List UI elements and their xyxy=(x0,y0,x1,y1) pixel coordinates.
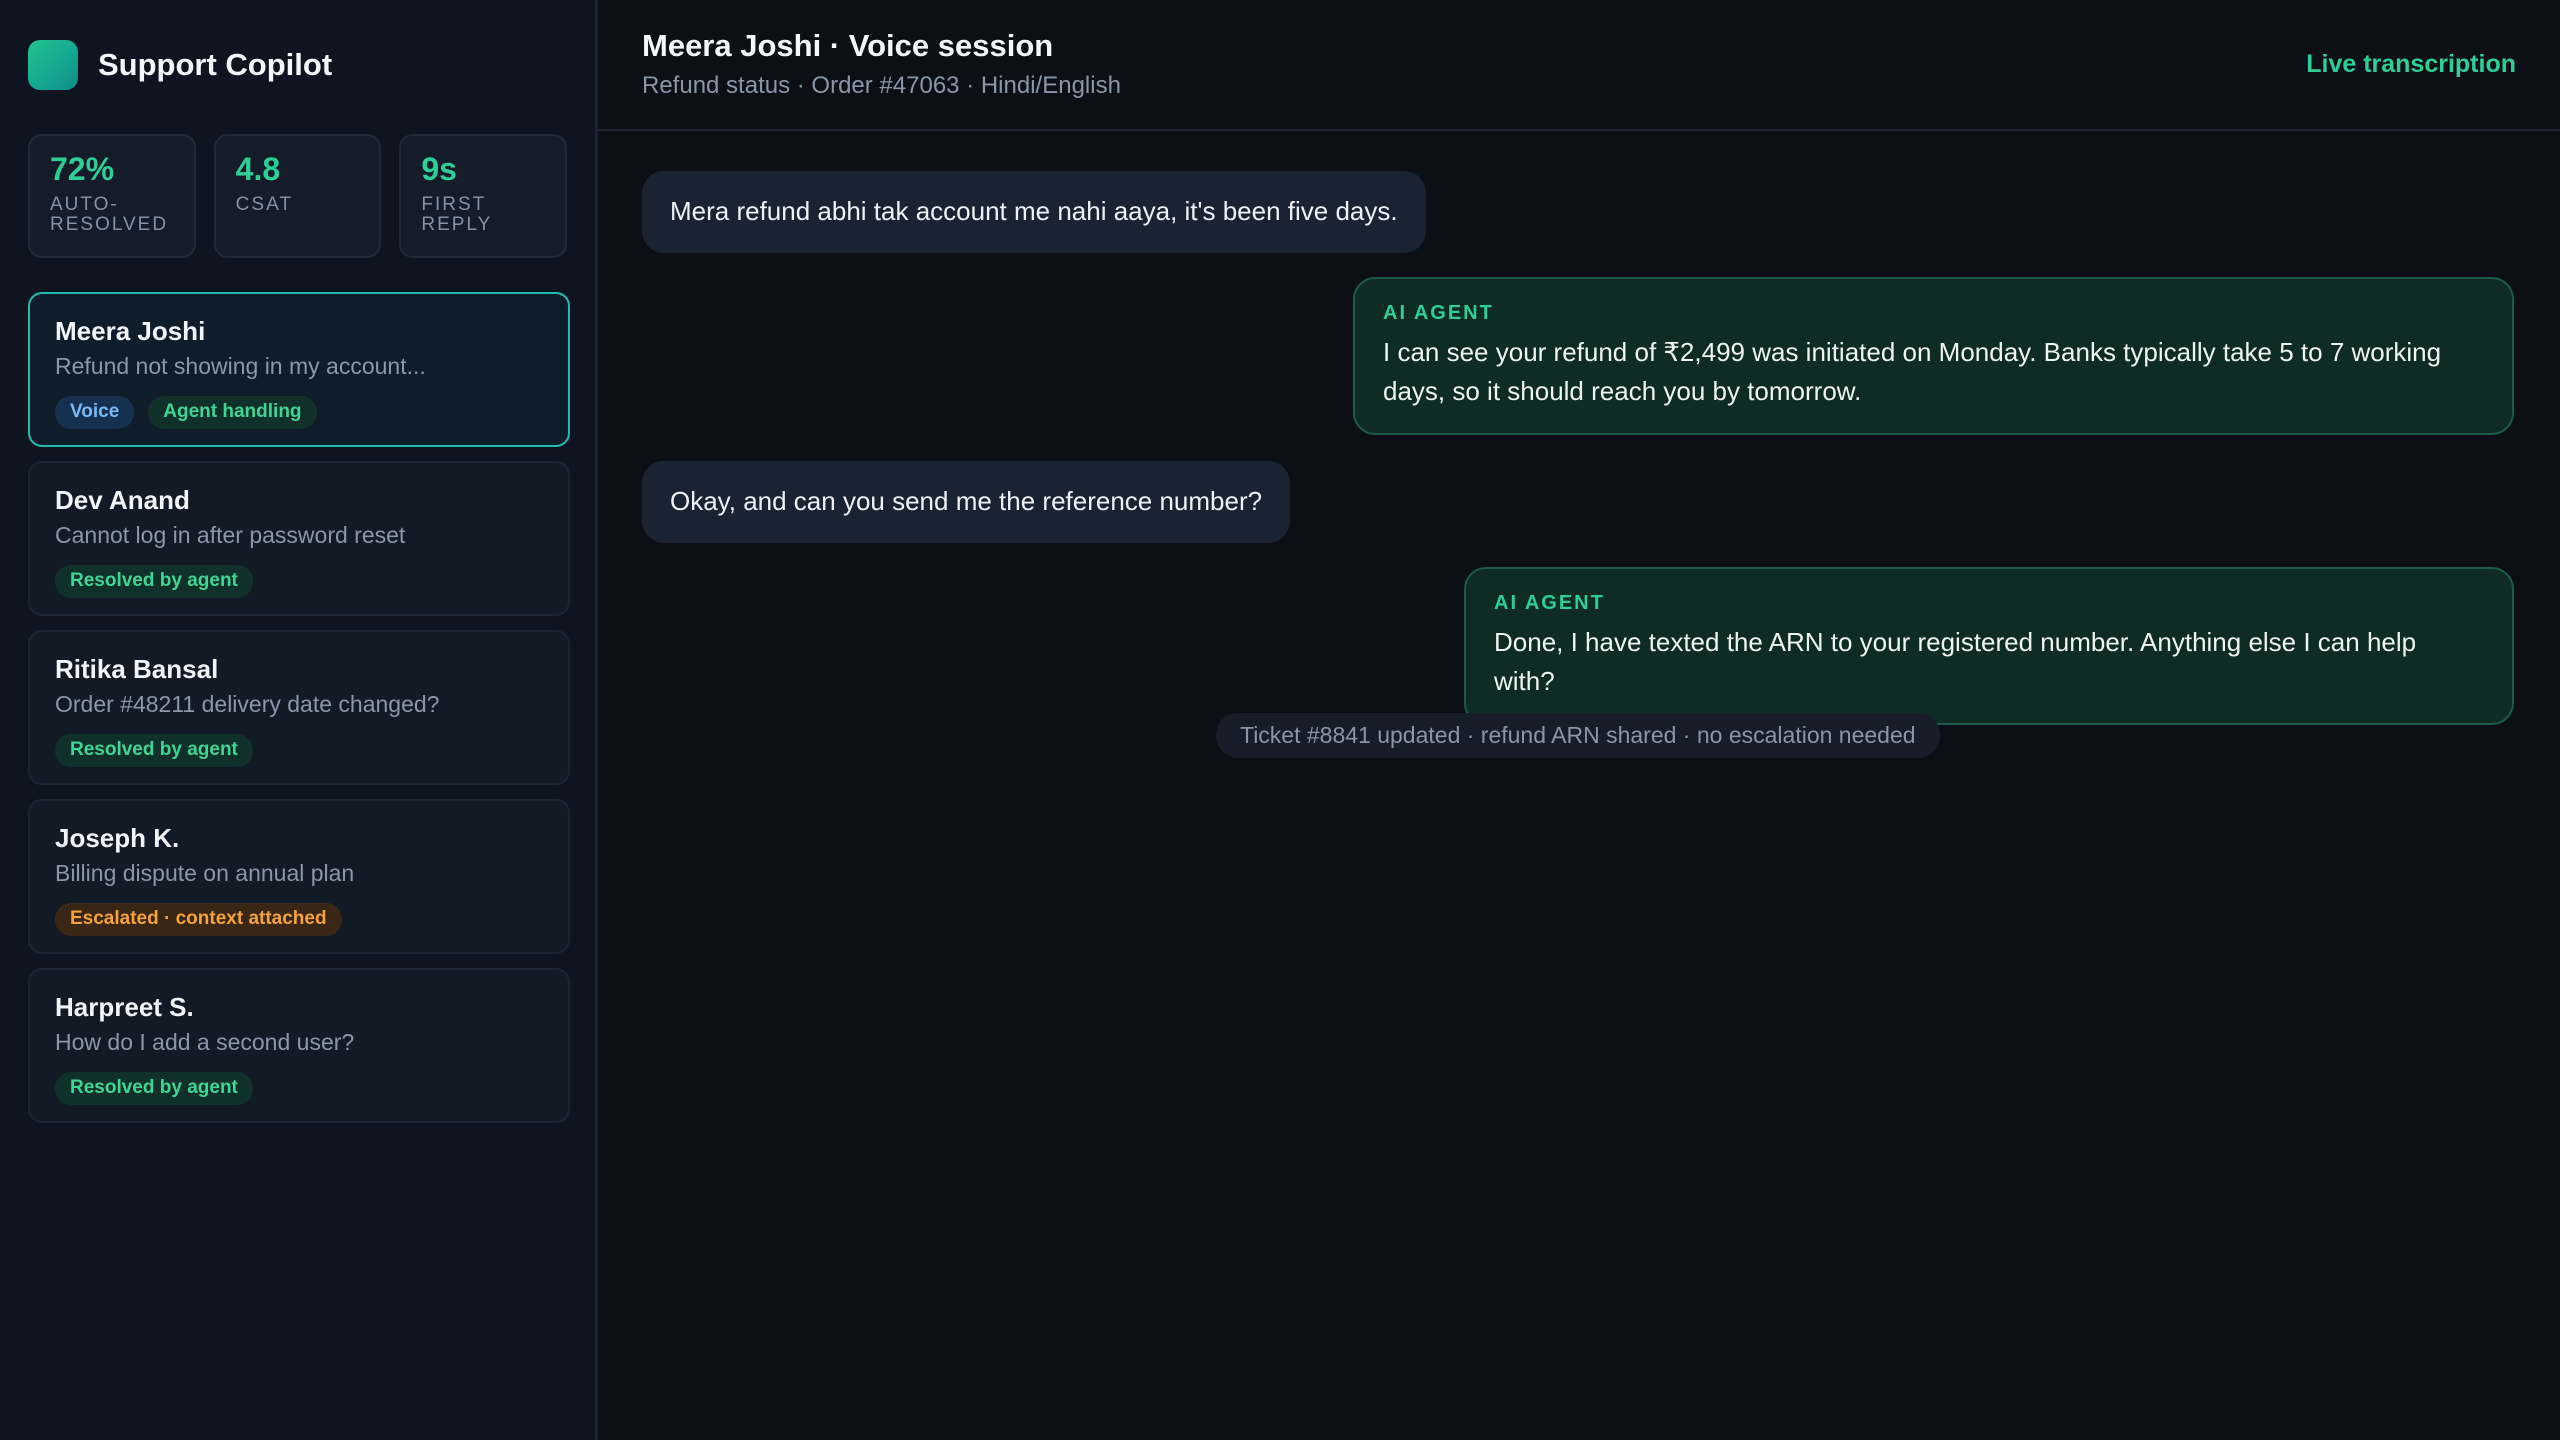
message-text: Okay, and can you send me the reference … xyxy=(670,486,1263,516)
stat-auto-resolved: 72% AUTO- RESOLVED xyxy=(28,134,196,258)
message-agent: AI AGENT Done, I have texted the ARN to … xyxy=(1464,567,2514,725)
conversation-tags: Resolved by agent xyxy=(55,565,543,598)
stat-csat: 4.8 CSAT xyxy=(213,134,382,258)
tag-status: Resolved by agent xyxy=(55,565,253,598)
tag-voice: Voice xyxy=(55,396,135,429)
main-panel: Meera Joshi · Voice session Refund statu… xyxy=(598,0,2560,1440)
conversation-name: Joseph K. xyxy=(55,823,180,853)
message-text: Mera refund abhi tak account me nahi aay… xyxy=(670,196,1398,226)
conversation-item-harpreet-s[interactable]: Harpreet S. How do I add a second user? … xyxy=(28,968,570,1123)
conversation-tags: Escalated · context attached xyxy=(55,903,543,936)
session-title: Meera Joshi · Voice session xyxy=(642,28,1054,63)
conversation-name: Dev Anand xyxy=(55,485,190,515)
message-text: I can see your refund of ₹2,499 was init… xyxy=(1383,337,2442,406)
conversation-tags: Resolved by agent xyxy=(55,1072,543,1105)
conversation-list: Meera Joshi Refund not showing in my acc… xyxy=(28,292,570,1123)
stat-label: FIRST REPLY xyxy=(421,194,493,236)
session-subtitle: Refund status · Order #47063 · Hindi/Eng… xyxy=(642,72,1121,99)
live-transcription-status[interactable]: Live transcription xyxy=(2306,50,2516,79)
conversation-snippet: How do I add a second user? xyxy=(55,1029,355,1055)
message-user: Okay, and can you send me the reference … xyxy=(642,461,1291,543)
conversation-name: Meera Joshi xyxy=(55,316,206,346)
conversation-item-joseph-k[interactable]: Joseph K. Billing dispute on annual plan… xyxy=(28,799,570,954)
conversation-item-meera-joshi[interactable]: Meera Joshi Refund not showing in my acc… xyxy=(28,292,570,447)
brand: Support Copilot xyxy=(28,40,567,90)
conversation-item-dev-anand[interactable]: Dev Anand Cannot log in after password r… xyxy=(28,461,570,616)
stats-row: 72% AUTO- RESOLVED 4.8 CSAT 9s FIRST REP… xyxy=(28,134,568,258)
stat-value: 9s xyxy=(421,151,457,187)
stat-value: 72% xyxy=(50,151,115,187)
sidebar: Support Copilot 72% AUTO- RESOLVED 4.8 C… xyxy=(0,0,598,1440)
session-header: Meera Joshi · Voice session Refund statu… xyxy=(598,0,2560,131)
conversation-item-ritika-bansal[interactable]: Ritika Bansal Order #48211 delivery date… xyxy=(28,630,570,785)
message-agent: AI AGENT I can see your refund of ₹2,499… xyxy=(1353,277,2514,435)
tag-status: Resolved by agent xyxy=(55,1072,253,1105)
stat-label: AUTO- RESOLVED xyxy=(50,194,169,236)
stat-value: 4.8 xyxy=(235,151,281,187)
tag-status: Agent handling xyxy=(148,396,317,429)
tag-status: Resolved by agent xyxy=(55,734,253,767)
conversation-tags: Voice Agent handling xyxy=(55,396,543,429)
message-thread: Mera refund abhi tak account me nahi aay… xyxy=(598,131,2560,1440)
agent-label: AI AGENT xyxy=(1383,302,1494,324)
conversation-tags: Resolved by agent xyxy=(55,734,543,767)
message-text: Done, I have texted the ARN to your regi… xyxy=(1494,627,2417,696)
agent-label: AI AGENT xyxy=(1494,592,1605,614)
app-logo-icon xyxy=(28,40,78,90)
stat-label: CSAT xyxy=(235,194,293,216)
conversation-name: Harpreet S. xyxy=(55,992,194,1022)
conversation-snippet: Cannot log in after password reset xyxy=(55,522,406,548)
conversation-name: Ritika Bansal xyxy=(55,654,219,684)
conversation-snippet: Billing dispute on annual plan xyxy=(55,860,355,886)
conversation-snippet: Refund not showing in my account... xyxy=(55,353,426,379)
tag-status: Escalated · context attached xyxy=(55,903,342,936)
message-user: Mera refund abhi tak account me nahi aay… xyxy=(642,171,1426,253)
stat-first-reply: 9s FIRST REPLY xyxy=(399,134,568,258)
system-note: Ticket #8841 updated · refund ARN shared… xyxy=(1216,713,1940,758)
app-root: Support Copilot 72% AUTO- RESOLVED 4.8 C… xyxy=(0,0,2560,1440)
app-name: Support Copilot xyxy=(98,47,333,82)
conversation-snippet: Order #48211 delivery date changed? xyxy=(55,691,440,717)
